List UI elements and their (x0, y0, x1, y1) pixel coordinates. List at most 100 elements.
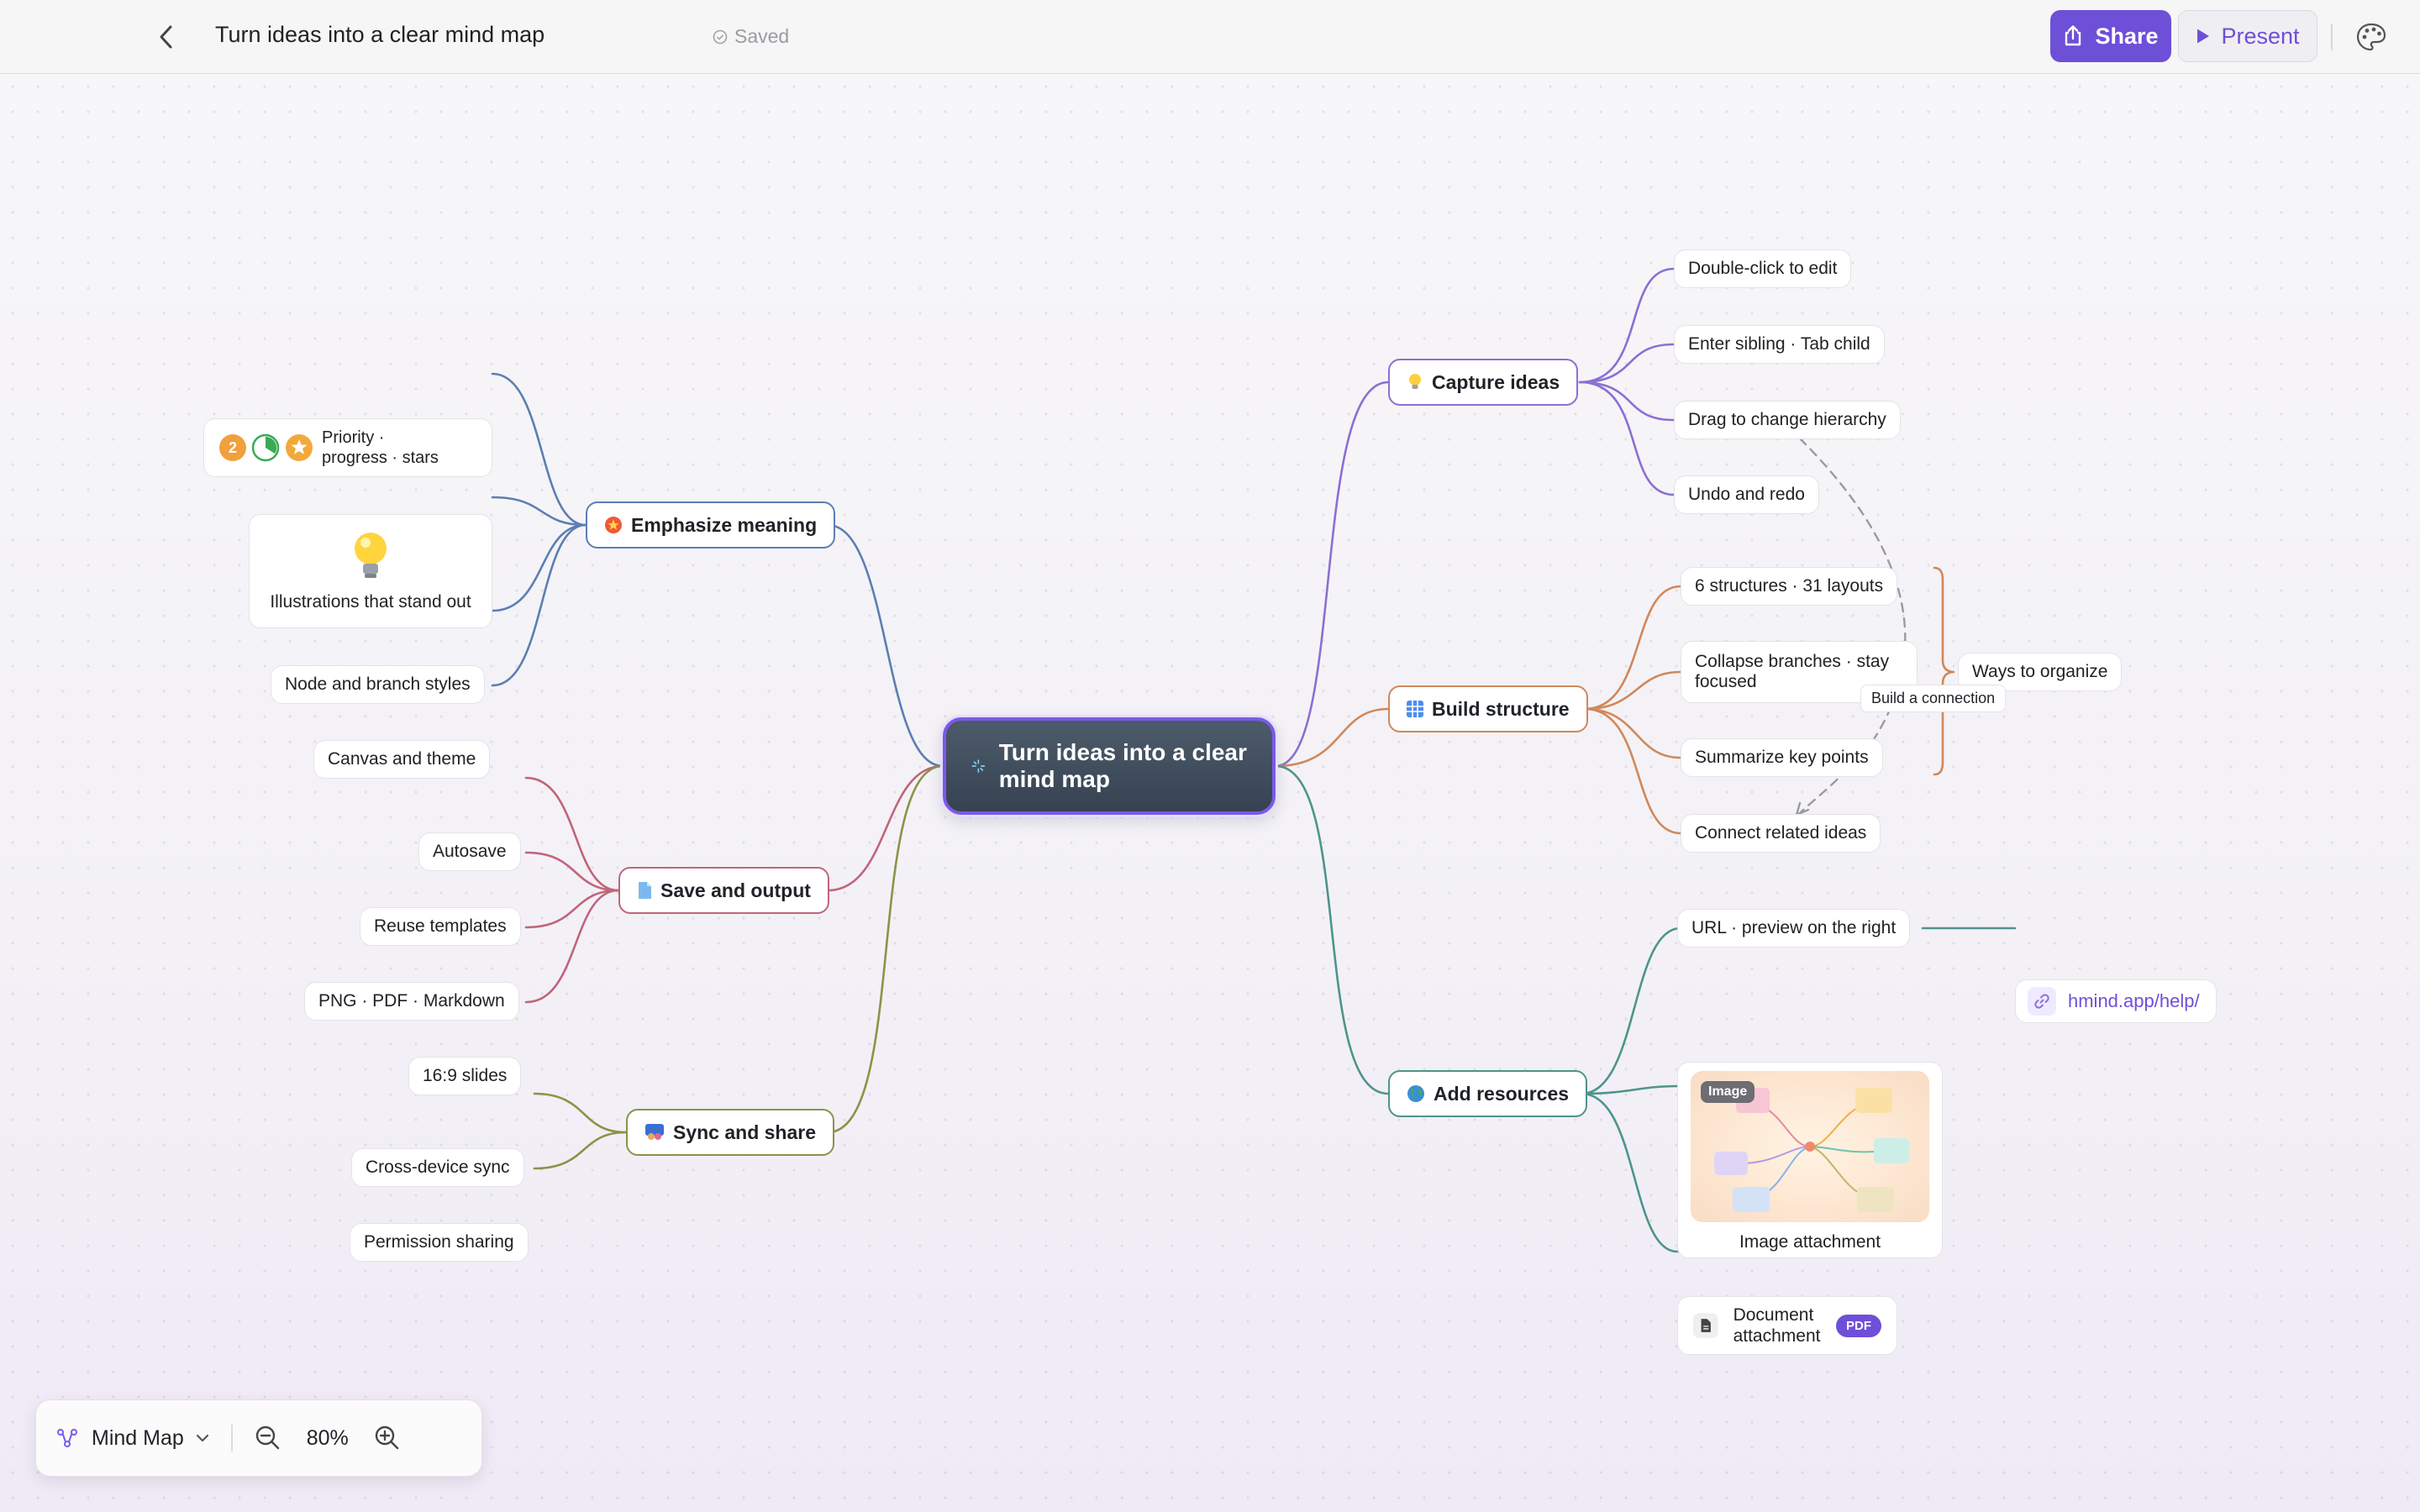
image-caption: Image attachment (1739, 1232, 1881, 1252)
link-emphasize-3 (491, 523, 587, 612)
link-sync-1 (533, 1092, 628, 1134)
zoom-out-icon (255, 1425, 279, 1450)
progress-icon (251, 433, 280, 462)
link-save-2 (524, 851, 620, 892)
grid-icon (1407, 701, 1423, 717)
priority-badge: 2 (219, 434, 246, 461)
link-resources-doc (1580, 1092, 1679, 1253)
image-tag: Image (1701, 1081, 1755, 1103)
top-bar: Turn ideas into a clear mind map Saved S… (0, 0, 2420, 74)
connection-label[interactable]: Build a connection (1860, 685, 2007, 712)
view-mode-label: Mind Map (92, 1425, 184, 1450)
chevron-down-icon (196, 1434, 208, 1442)
share-icon (2065, 25, 2081, 46)
zoom-out-button[interactable] (255, 1425, 281, 1452)
globe-icon (1407, 1085, 1424, 1102)
link-center-sync (826, 764, 944, 1134)
leaf-drag-hierarchy[interactable]: Drag to change hierarchy (1674, 401, 1901, 439)
leaf-export-formats[interactable]: PNG · PDF · Markdown (304, 982, 519, 1021)
leaf-slides[interactable]: 16:9 slides (408, 1057, 522, 1095)
branch-label: Sync and share (673, 1121, 817, 1143)
leaf-structures-layouts[interactable]: 6 structures · 31 layouts (1681, 567, 1898, 606)
branch-label: Add resources (1434, 1082, 1570, 1105)
sparkle-icon (971, 759, 986, 773)
leaf-priority-progress-stars[interactable]: 2 Priority · progress · stars (203, 418, 492, 477)
back-button[interactable] (150, 20, 183, 54)
toolbar-divider (2331, 24, 2333, 50)
illustration-label: Illustrations that stand out (270, 592, 471, 612)
lightbulb-icon (1409, 374, 1421, 389)
zoom-toolbar: Mind Map 80% (35, 1399, 482, 1477)
branch-save-and-output[interactable]: Save and output (618, 867, 829, 914)
branch-label: Capture ideas (1432, 370, 1560, 393)
leaf-undo-redo[interactable]: Undo and redo (1674, 475, 1819, 514)
zoom-in-button[interactable] (374, 1425, 401, 1452)
leaf-double-click[interactable]: Double-click to edit (1674, 249, 1852, 288)
link-resources-url (1580, 927, 1682, 1095)
leaf-connect-ideas[interactable]: Connect related ideas (1681, 814, 1881, 853)
center-node[interactable]: Turn ideas into a clear mind map (943, 717, 1276, 815)
link-center-emphasize (826, 523, 944, 768)
link-sync-2 (533, 1131, 628, 1170)
leaf-illustrations[interactable]: Illustrations that stand out (249, 514, 492, 628)
link-center-capture (1274, 381, 1390, 768)
sync-people-icon (645, 1124, 664, 1140)
document-title[interactable]: Turn ideas into a clear mind map (215, 22, 544, 48)
pdf-badge: PDF (1836, 1314, 1881, 1337)
leaf-enter-sibling[interactable]: Enter sibling · Tab child (1674, 325, 1885, 364)
leaf-canvas-theme[interactable]: Canvas and theme (313, 740, 491, 779)
priority-text: Priority · progress · stars (322, 428, 439, 467)
link-structure-1 (1583, 585, 1682, 711)
saved-label: Saved (734, 25, 790, 47)
link-structure-2 (1583, 670, 1682, 711)
branch-sync-and-share[interactable]: Sync and share (626, 1109, 835, 1156)
relationship-arrow (1795, 801, 1810, 816)
save-status: Saved (713, 25, 789, 48)
link-save-3 (524, 889, 620, 929)
mind-map-icon (57, 1429, 77, 1447)
link-center-save (826, 764, 944, 892)
branch-label: Emphasize meaning (631, 513, 818, 536)
file-icon (1693, 1313, 1718, 1338)
chevron-left-icon (160, 25, 172, 49)
theme-button[interactable] (2353, 18, 2390, 55)
branch-capture-ideas[interactable]: Capture ideas (1388, 359, 1579, 406)
share-label: Share (2095, 23, 2159, 49)
link-capture-3 (1578, 381, 1676, 422)
lightbulb-illustration-icon (355, 533, 387, 578)
branch-build-structure[interactable]: Build structure (1388, 685, 1588, 732)
zoom-level: 80% (306, 1425, 349, 1450)
document-attachment-node[interactable]: Document attachment PDF (1677, 1296, 1897, 1355)
leaf-reuse-templates[interactable]: Reuse templates (360, 907, 521, 946)
leaf-url-preview[interactable]: URL · preview on the right (1677, 909, 1911, 948)
link-icon (2028, 987, 2056, 1016)
image-attachment-node[interactable]: Image Image attachment (1677, 1062, 1943, 1258)
branch-label: Build structure (1432, 697, 1570, 720)
view-mode-selector[interactable]: Mind Map (56, 1426, 209, 1451)
link-save-1 (524, 776, 620, 892)
present-button[interactable]: Present (2178, 10, 2317, 62)
link-emphasize-4 (491, 523, 587, 687)
leaf-summarize[interactable]: Summarize key points (1681, 738, 1883, 777)
image-thumbnail[interactable]: Image (1691, 1071, 1929, 1222)
branch-add-resources[interactable]: Add resources (1388, 1070, 1588, 1117)
leaf-cross-device-sync[interactable]: Cross-device sync (351, 1148, 524, 1187)
present-label: Present (2221, 23, 2300, 49)
summary-bracket (1933, 566, 1955, 776)
star-icon (286, 434, 313, 461)
branch-emphasize-meaning[interactable]: Emphasize meaning (586, 501, 836, 549)
share-button[interactable]: Share (2050, 10, 2171, 62)
zoom-in-icon (375, 1425, 398, 1450)
center-label: Turn ideas into a clear mind map (998, 739, 1247, 792)
mind-map-canvas[interactable]: Turn ideas into a clear mind map Capture… (0, 74, 2420, 1512)
check-circle-icon (713, 29, 728, 44)
url-preview-node[interactable]: hmind.app/help/ (2015, 979, 2217, 1023)
zoombar-divider (230, 1425, 233, 1452)
url-link[interactable]: hmind.app/help/ (2068, 990, 2200, 1012)
leaf-permission-sharing[interactable]: Permission sharing (350, 1223, 529, 1262)
document-icon (639, 882, 651, 899)
leaf-autosave[interactable]: Autosave (418, 832, 521, 871)
star-badge-icon (605, 517, 622, 533)
leaf-node-branch-styles[interactable]: Node and branch styles (271, 665, 485, 704)
link-capture-2 (1578, 343, 1676, 384)
